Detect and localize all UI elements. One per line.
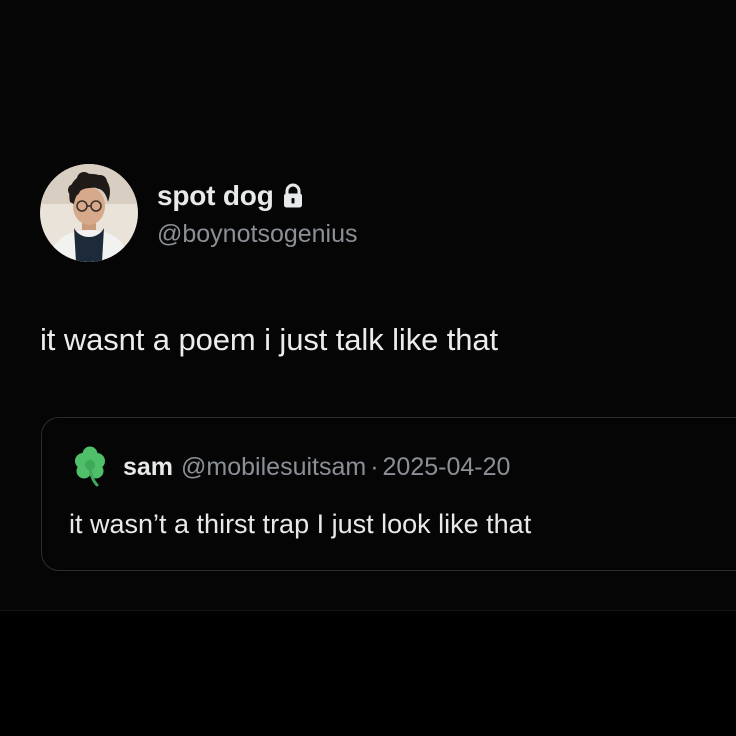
separator-dot: · xyxy=(370,452,379,481)
author-name[interactable]: spot dog xyxy=(157,180,274,212)
shamrock-icon[interactable] xyxy=(69,446,111,488)
quote-author-name[interactable]: sam xyxy=(123,453,173,482)
tweet-card[interactable]: spot dog @boynotsogenius it wasnt a poem… xyxy=(0,0,736,611)
quote-author-handle[interactable]: @mobilesuitsam xyxy=(181,453,366,482)
author-handle[interactable]: @boynotsogenius xyxy=(157,220,358,249)
tweet-text: it wasnt a poem i just talk like that xyxy=(40,322,499,357)
quote-text: it wasn’t a thirst trap I just look like… xyxy=(69,509,532,539)
quoted-tweet[interactable]: sam @mobilesuitsam · 2025-04-20 it wasn’… xyxy=(41,417,736,571)
quote-date[interactable]: 2025-04-20 xyxy=(383,453,511,482)
author-name-row: spot dog xyxy=(157,178,304,214)
quote-header: sam @mobilesuitsam · 2025-04-20 xyxy=(69,446,510,488)
avatar[interactable] xyxy=(40,164,138,262)
profile-photo xyxy=(40,164,138,262)
lock-icon xyxy=(282,183,304,209)
